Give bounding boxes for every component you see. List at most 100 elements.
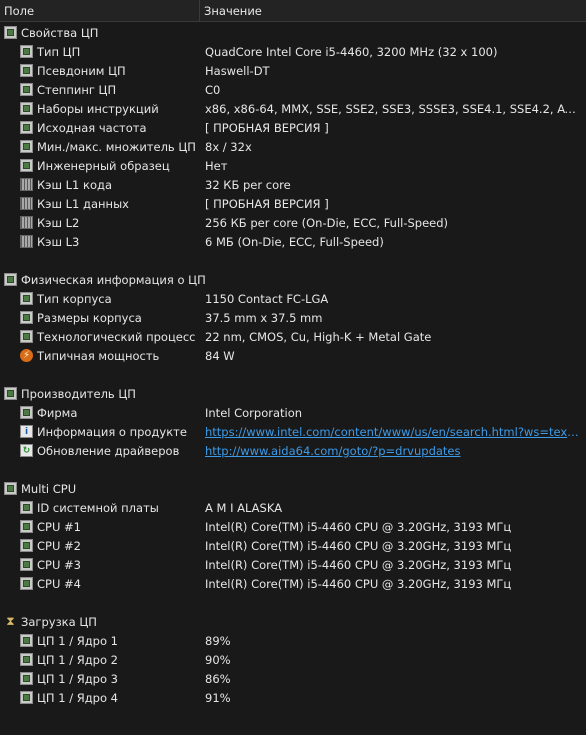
property-row[interactable]: ⚡ Типичная мощность 84 W <box>0 346 586 365</box>
property-value: x86, x86-64, MMX, SSE, SSE2, SSE3, SSSE3… <box>205 101 582 116</box>
memory-icon <box>20 197 33 210</box>
cpu-chip-icon <box>20 330 33 343</box>
section-header-name: Свойства ЦП <box>4 26 98 40</box>
section-header[interactable]: Свойства ЦП <box>0 23 586 42</box>
property-name: CPU #1 <box>37 519 81 534</box>
property-row[interactable]: Фирма Intel Corporation <box>0 403 586 422</box>
property-name: Фирма <box>37 405 78 420</box>
property-value: [ ПРОБНАЯ ВЕРСИЯ ] <box>205 196 329 211</box>
section-header[interactable]: Multi CPU <box>0 479 586 498</box>
property-row[interactable]: ID системной платы A M I ALASKA <box>0 498 586 517</box>
property-name: CPU #4 <box>37 576 81 591</box>
cpu-chip-icon <box>20 102 33 115</box>
property-row[interactable]: CPU #4 Intel(R) Core(TM) i5-4460 CPU @ 3.… <box>0 574 586 593</box>
property-name-cell: Инженерный образец <box>20 159 170 173</box>
cpu-chip-icon <box>4 482 17 495</box>
cpu-chip-icon <box>20 159 33 172</box>
property-row[interactable]: Кэш L1 кода 32 КБ per core <box>0 175 586 194</box>
property-row[interactable]: Размеры корпуса 37.5 mm x 37.5 mm <box>0 308 586 327</box>
property-name: Кэш L1 данных <box>37 196 129 211</box>
cpu-chip-icon <box>4 387 17 400</box>
property-name: ID системной платы <box>37 500 159 515</box>
property-value: 22 nm, CMOS, Cu, High-K + Metal Gate <box>205 329 432 344</box>
property-row[interactable]: Тип корпуса 1150 Contact FC-LGA <box>0 289 586 308</box>
property-value: Intel(R) Core(TM) i5-4460 CPU @ 3.20GHz,… <box>205 576 512 591</box>
property-row[interactable]: i Информация о продукте https://www.intel.… <box>0 422 586 441</box>
column-header: Поле Значение <box>0 0 586 22</box>
value-column-header[interactable]: Значение <box>200 0 586 21</box>
cpu-chip-icon <box>20 501 33 514</box>
section-header[interactable]: Производитель ЦП <box>0 384 586 403</box>
property-name-cell: Фирма <box>20 406 77 420</box>
section-header[interactable]: ⧗ Загрузка ЦП <box>0 612 586 631</box>
memory-icon <box>20 178 33 191</box>
property-name: Исходная частота <box>37 120 147 135</box>
property-name: Кэш L1 кода <box>37 177 113 192</box>
cpu-chip-icon <box>20 539 33 552</box>
property-link[interactable]: http://www.aida64.com/goto/?p=drvupdates <box>205 444 582 458</box>
property-name: CPU #3 <box>37 557 81 572</box>
property-value: 90% <box>205 652 231 667</box>
property-row[interactable]: Тип ЦП QuadCore Intel Core i5-4460, 3200 … <box>0 42 586 61</box>
cpu-chip-icon <box>20 140 33 153</box>
property-row[interactable]: Исходная частота [ ПРОБНАЯ ВЕРСИЯ ] <box>0 118 586 137</box>
property-name: Мин./макс. множитель ЦП <box>37 139 196 154</box>
property-row[interactable]: Степпинг ЦП C0 <box>0 80 586 99</box>
property-value: [ ПРОБНАЯ ВЕРСИЯ ] <box>205 120 329 135</box>
property-row[interactable]: CPU #1 Intel(R) Core(TM) i5-4460 CPU @ 3.… <box>0 517 586 536</box>
property-name-cell: ⚡ Типичная мощность <box>20 349 159 363</box>
cpu-chip-icon <box>20 45 33 58</box>
property-name-cell: Степпинг ЦП <box>20 83 116 97</box>
property-value: 8x / 32x <box>205 139 252 154</box>
property-row[interactable]: CPU #2 Intel(R) Core(TM) i5-4460 CPU @ 3.… <box>0 536 586 555</box>
property-row[interactable]: ЦП 1 / Ядро 1 89% <box>0 631 586 650</box>
property-name: ЦП 1 / Ядро 3 <box>37 671 118 686</box>
property-row[interactable]: Кэш L2 256 КБ per core (On-Die, ECC, Full… <box>0 213 586 232</box>
property-link[interactable]: https://www.intel.com/content/www/us/en/… <box>205 425 582 439</box>
property-row[interactable]: Мин./макс. множитель ЦП 8x / 32x <box>0 137 586 156</box>
property-name: Наборы инструкций <box>37 101 159 116</box>
section-title: Производитель ЦП <box>21 386 136 401</box>
property-name-cell: CPU #3 <box>20 558 81 572</box>
cpu-chip-icon <box>20 292 33 305</box>
cpu-chip-icon <box>20 64 33 77</box>
property-name-cell: Тип ЦП <box>20 45 80 59</box>
property-name: Кэш L2 <box>37 215 80 230</box>
property-row[interactable]: Псевдоним ЦП Haswell-DT <box>0 61 586 80</box>
property-row[interactable]: Технологический процесс 22 nm, CMOS, Cu, … <box>0 327 586 346</box>
property-name-cell: CPU #4 <box>20 577 81 591</box>
memory-icon <box>20 216 33 229</box>
section-header-name: Производитель ЦП <box>4 387 136 401</box>
property-name-cell: Наборы инструкций <box>20 102 159 116</box>
section-header-name: Multi CPU <box>4 482 76 496</box>
property-name-cell: i Информация о продукте <box>20 425 187 439</box>
property-row[interactable]: Кэш L3 6 МБ (On-Die, ECC, Full-Speed) <box>0 232 586 251</box>
property-row[interactable]: ЦП 1 / Ядро 4 91% <box>0 688 586 707</box>
section-title: Свойства ЦП <box>21 25 99 40</box>
property-name-cell: ЦП 1 / Ядро 2 <box>20 653 118 667</box>
cpu-chip-icon <box>4 273 17 286</box>
property-name-cell: Кэш L2 <box>20 216 79 230</box>
property-row[interactable]: ЦП 1 / Ядро 2 90% <box>0 650 586 669</box>
property-name-cell: ID системной платы <box>20 501 159 515</box>
property-name: Инженерный образец <box>37 158 170 173</box>
property-name-cell: Технологический процесс <box>20 330 196 344</box>
property-name-cell: CPU #1 <box>20 520 81 534</box>
property-row[interactable]: Кэш L1 данных [ ПРОБНАЯ ВЕРСИЯ ] <box>0 194 586 213</box>
property-value: 32 КБ per core <box>205 177 291 192</box>
section-header-name: Физическая информация о ЦП <box>4 273 206 287</box>
property-row[interactable]: CPU #3 Intel(R) Core(TM) i5-4460 CPU @ 3.… <box>0 555 586 574</box>
property-name-cell: CPU #2 <box>20 539 81 553</box>
property-row[interactable]: ↻ Обновление драйверов http://www.aida64.c… <box>0 441 586 460</box>
property-row[interactable]: Наборы инструкций x86, x86-64, MMX, SSE, … <box>0 99 586 118</box>
property-row[interactable]: ЦП 1 / Ядро 3 86% <box>0 669 586 688</box>
property-name: Типичная мощность <box>37 348 160 363</box>
cpu-chip-icon <box>20 520 33 533</box>
section-header[interactable]: Физическая информация о ЦП <box>0 270 586 289</box>
property-value: 91% <box>205 690 231 705</box>
property-value: 86% <box>205 671 231 686</box>
property-row[interactable]: Инженерный образец Нет <box>0 156 586 175</box>
field-column-header[interactable]: Поле <box>0 0 200 21</box>
